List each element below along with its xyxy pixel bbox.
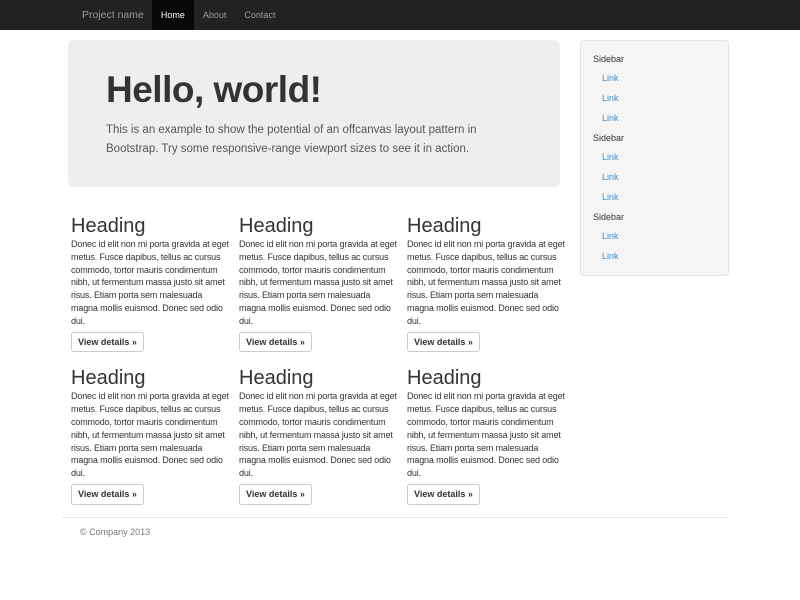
sidebar-link[interactable]: Link <box>581 167 728 187</box>
page-title: Hello, world! <box>106 70 530 110</box>
sidebar-link[interactable]: Link <box>581 246 728 266</box>
card-body: Donec id elit non mi porta gravida at eg… <box>71 390 229 480</box>
navbar: Project name Home About Contact <box>0 0 800 30</box>
view-details-button[interactable]: View details » <box>239 332 312 353</box>
main-column: Hello, world! This is an example to show… <box>62 30 560 505</box>
card-body: Donec id elit non mi porta gravida at eg… <box>407 390 565 480</box>
sidebar: Sidebar Link Link Link Sidebar Link Link… <box>580 40 729 276</box>
card-heading: Heading <box>239 366 397 390</box>
card-heading: Heading <box>71 214 229 238</box>
sidebar-link[interactable]: Link <box>581 226 728 246</box>
card-heading: Heading <box>407 214 565 238</box>
jumbotron: Hello, world! This is an example to show… <box>68 40 560 187</box>
content-card: Heading Donec id elit non mi porta gravi… <box>239 366 407 504</box>
nav-item-about[interactable]: About <box>194 0 236 30</box>
view-details-button[interactable]: View details » <box>407 484 480 505</box>
sidebar-link[interactable]: Link <box>581 68 728 88</box>
view-details-button[interactable]: View details » <box>239 484 312 505</box>
content-row: Hello, world! This is an example to show… <box>62 30 729 505</box>
cards-row-2: Heading Donec id elit non mi porta gravi… <box>71 366 560 504</box>
card-body: Donec id elit non mi porta gravida at eg… <box>239 390 397 480</box>
view-details-button[interactable]: View details » <box>71 332 144 353</box>
navbar-inner: Project name Home About Contact <box>62 0 800 30</box>
sidebar-group-label: Sidebar <box>581 128 728 147</box>
view-details-button[interactable]: View details » <box>71 484 144 505</box>
content-card: Heading Donec id elit non mi porta gravi… <box>71 366 239 504</box>
card-body: Donec id elit non mi porta gravida at eg… <box>407 238 565 328</box>
sidebar-link[interactable]: Link <box>581 88 728 108</box>
sidebar-group-label: Sidebar <box>581 207 728 226</box>
footer-copyright: © Company 2013 <box>80 527 729 537</box>
sidebar-link[interactable]: Link <box>581 147 728 167</box>
content-card: Heading Donec id elit non mi porta gravi… <box>71 214 239 352</box>
navbar-brand[interactable]: Project name <box>62 0 152 30</box>
footer-divider <box>62 517 729 518</box>
sidebar-link[interactable]: Link <box>581 187 728 207</box>
sidebar-group-label: Sidebar <box>581 49 728 68</box>
nav-item-home[interactable]: Home <box>152 0 194 30</box>
card-body: Donec id elit non mi porta gravida at eg… <box>239 238 397 328</box>
jumbotron-description: This is an example to show the potential… <box>106 121 506 159</box>
sidebar-link[interactable]: Link <box>581 108 728 128</box>
page-container: Hello, world! This is an example to show… <box>62 30 729 537</box>
nav-item-contact[interactable]: Contact <box>235 0 284 30</box>
content-card: Heading Donec id elit non mi porta gravi… <box>407 214 575 352</box>
navbar-menu: Home About Contact <box>152 0 285 30</box>
card-heading: Heading <box>239 214 397 238</box>
content-card: Heading Donec id elit non mi porta gravi… <box>239 214 407 352</box>
cards-row-1: Heading Donec id elit non mi porta gravi… <box>71 214 560 352</box>
view-details-button[interactable]: View details » <box>407 332 480 353</box>
content-card: Heading Donec id elit non mi porta gravi… <box>407 366 575 504</box>
card-heading: Heading <box>407 366 565 390</box>
card-body: Donec id elit non mi porta gravida at eg… <box>71 238 229 328</box>
page-footer: © Company 2013 <box>62 517 729 537</box>
card-heading: Heading <box>71 366 229 390</box>
